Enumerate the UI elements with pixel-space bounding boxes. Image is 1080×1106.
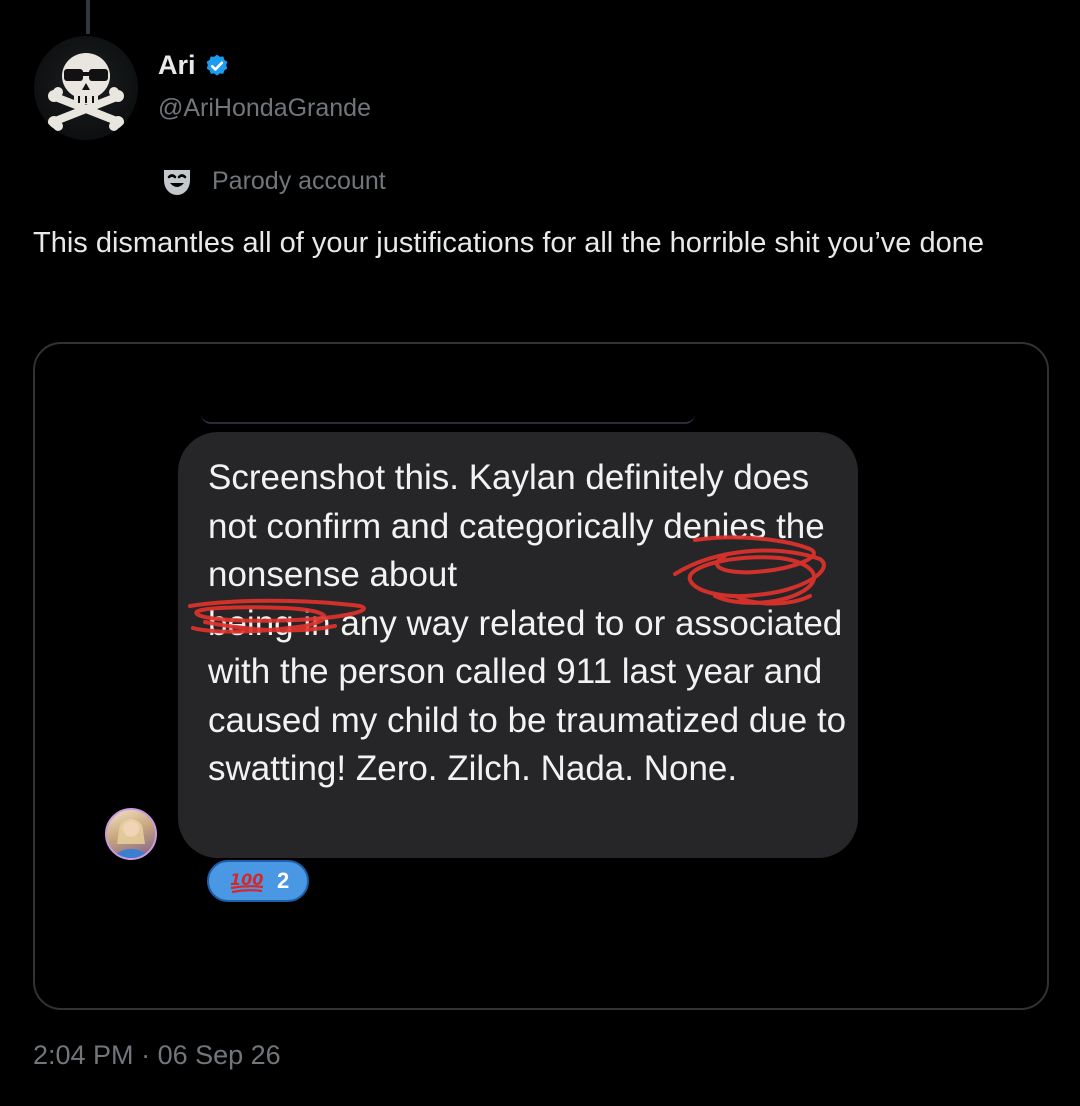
verified-badge-icon[interactable]	[204, 53, 230, 79]
timestamp-time: 2:04 PM	[33, 1040, 134, 1070]
tweet-timestamp[interactable]: 2:04 PM · 06 Sep 26	[33, 1040, 281, 1071]
tweet-body-text: This dismantles all of your justificatio…	[33, 227, 985, 259]
reaction-count: 2	[277, 868, 290, 893]
skull-crossbones-icon	[48, 53, 124, 131]
parody-account-label: Parody account	[212, 166, 386, 195]
timestamp-date: 06 Sep 26	[157, 1040, 281, 1070]
author-handle[interactable]: @AriHondaGrande	[158, 94, 371, 123]
sender-avatar[interactable]	[105, 808, 157, 860]
thread-connector-line	[86, 0, 90, 34]
theater-mask-icon	[160, 164, 194, 198]
author-display-name[interactable]: Ari	[158, 50, 230, 81]
message-text: Screenshot this. Kaylan definitely does …	[208, 458, 847, 788]
previous-message-edge	[201, 414, 695, 424]
timestamp-separator: ·	[141, 1040, 151, 1070]
hundred-points-icon: 100	[229, 868, 267, 894]
parody-label-row: Parody account	[160, 164, 386, 198]
reaction-pill[interactable]: 100 2	[207, 860, 309, 902]
author-avatar[interactable]	[34, 36, 138, 140]
attached-image-card[interactable]: Screenshot this. Kaylan definitely does …	[33, 342, 1049, 1010]
display-name-text: Ari	[158, 50, 196, 80]
message-bubble: Screenshot this. Kaylan definitely does …	[178, 432, 858, 858]
